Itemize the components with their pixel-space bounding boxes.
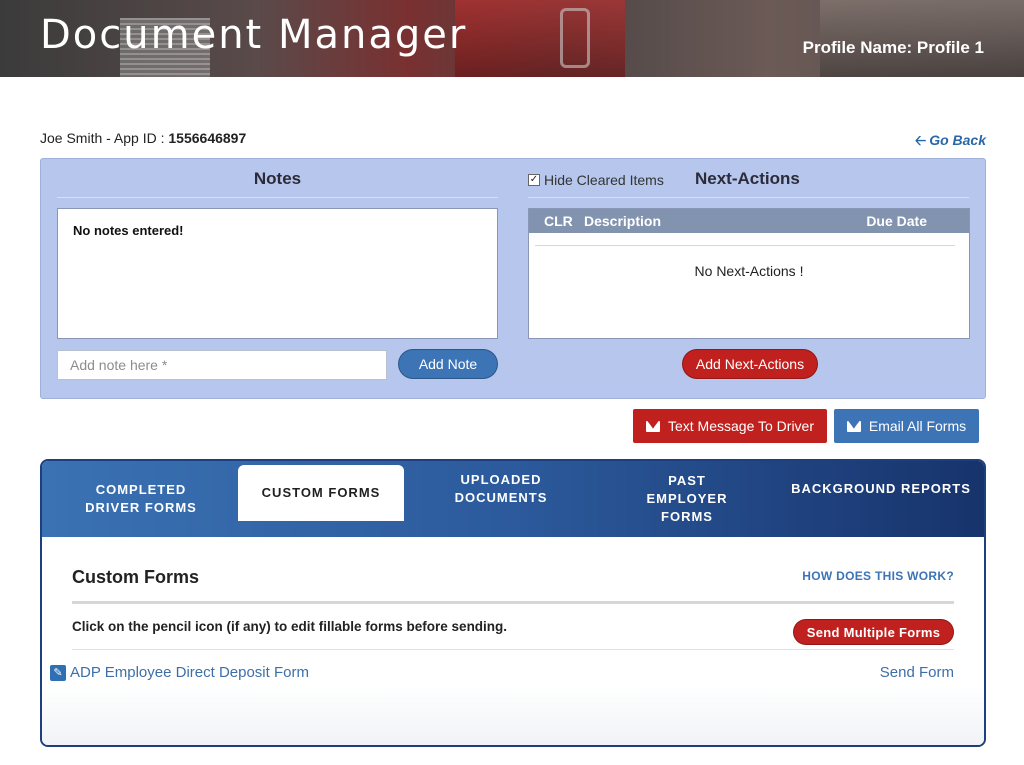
hide-cleared-label: Hide Cleared Items: [544, 172, 664, 188]
arrow-left-icon: 🡠: [914, 132, 927, 148]
custom-forms-title: Custom Forms: [72, 567, 200, 587]
notes-empty-message: No notes entered!: [73, 223, 184, 238]
how-does-this-work-link[interactable]: HOW DOES THIS WORK?: [802, 569, 954, 583]
tab-label: BACKGROUND REPORTS: [791, 481, 971, 496]
banner-truck-decoration: [455, 0, 625, 77]
text-message-driver-button[interactable]: Text Message To Driver: [633, 409, 827, 443]
notes-divider: [57, 197, 498, 198]
add-note-input[interactable]: [57, 350, 387, 380]
envelope-icon: [846, 420, 861, 432]
page-title: Document Manager: [40, 12, 468, 58]
go-back-label: Go Back: [929, 132, 986, 148]
app-id-label: - App ID :: [102, 130, 169, 146]
notes-list: No notes entered!: [57, 208, 498, 339]
tab-label: UPLOADED DOCUMENTS: [454, 472, 548, 505]
add-next-actions-button[interactable]: Add Next-Actions: [682, 349, 818, 379]
tab-uploaded-documents[interactable]: UPLOADED DOCUMENTS: [412, 461, 590, 527]
tab-label: COMPLETED DRIVER FORMS: [85, 482, 197, 515]
banner-mirror-decoration: [560, 8, 590, 68]
email-all-forms-label: Email All Forms: [868, 418, 967, 434]
notes-next-actions-panel: Notes No notes entered! Add Note ✓ Hide …: [40, 158, 986, 399]
text-message-driver-label: Text Message To Driver: [667, 418, 814, 434]
app-id-value: 1556646897: [168, 130, 247, 146]
applicant-info: Joe Smith - App ID : 1556646897: [40, 130, 246, 146]
form-name-link[interactable]: ADP Employee Direct Deposit Form: [70, 664, 309, 681]
tab-past-employer-forms[interactable]: PAST EMPLOYER FORMS: [602, 461, 772, 537]
tab-custom-forms[interactable]: CUSTOM FORMS: [238, 465, 404, 521]
next-actions-divider: [528, 197, 969, 198]
notes-heading: Notes: [253, 169, 302, 188]
profile-name: Profile Name: Profile 1: [802, 38, 984, 57]
header-banner: Document Manager Profile Name: Profile 1: [0, 0, 1024, 77]
send-form-link[interactable]: Send Form: [880, 664, 954, 681]
go-back-link[interactable]: 🡠 Go Back: [915, 130, 986, 154]
column-header-clr: CLR: [544, 213, 573, 229]
tab-label: CUSTOM FORMS: [261, 485, 381, 500]
section-divider: [72, 601, 954, 604]
email-all-forms-button[interactable]: Email All Forms: [834, 409, 979, 443]
forms-tab-bar: COMPLETED DRIVER FORMS CUSTOM FORMS UPLO…: [42, 461, 984, 537]
tab-label: PAST EMPLOYER FORMS: [646, 473, 728, 524]
list-item: ✎ ADP Employee Direct Deposit Form Send …: [48, 663, 954, 685]
custom-forms-instruction: Click on the pencil icon (if any) to edi…: [72, 619, 508, 634]
hide-cleared-toggle[interactable]: ✓ Hide Cleared Items: [528, 172, 664, 188]
next-actions-heading: Next-Actions: [695, 169, 800, 188]
add-note-button[interactable]: Add Note: [398, 349, 498, 379]
envelope-icon: [645, 420, 660, 432]
row-divider: [72, 649, 954, 650]
forms-card: COMPLETED DRIVER FORMS CUSTOM FORMS UPLO…: [40, 459, 986, 747]
applicant-name: Joe Smith: [40, 130, 103, 146]
column-header-due-date: Due Date: [866, 213, 927, 229]
column-header-description: Description: [584, 213, 662, 229]
next-actions-separator: [535, 245, 955, 246]
next-actions-empty-message: No Next-Actions !: [694, 263, 804, 279]
tab-completed-driver-forms[interactable]: COMPLETED DRIVER FORMS: [52, 461, 230, 537]
pencil-icon[interactable]: ✎: [50, 665, 66, 681]
next-actions-table: CLR Description Due Date No Next-Actions…: [528, 208, 970, 339]
tab-background-reports[interactable]: BACKGROUND REPORTS: [788, 461, 974, 527]
send-multiple-forms-button[interactable]: Send Multiple Forms: [793, 619, 954, 645]
custom-forms-panel: Custom Forms HOW DOES THIS WORK? Click o…: [42, 537, 984, 745]
hide-cleared-checkbox[interactable]: ✓: [528, 174, 540, 186]
next-actions-table-header: CLR Description Due Date: [529, 209, 969, 233]
